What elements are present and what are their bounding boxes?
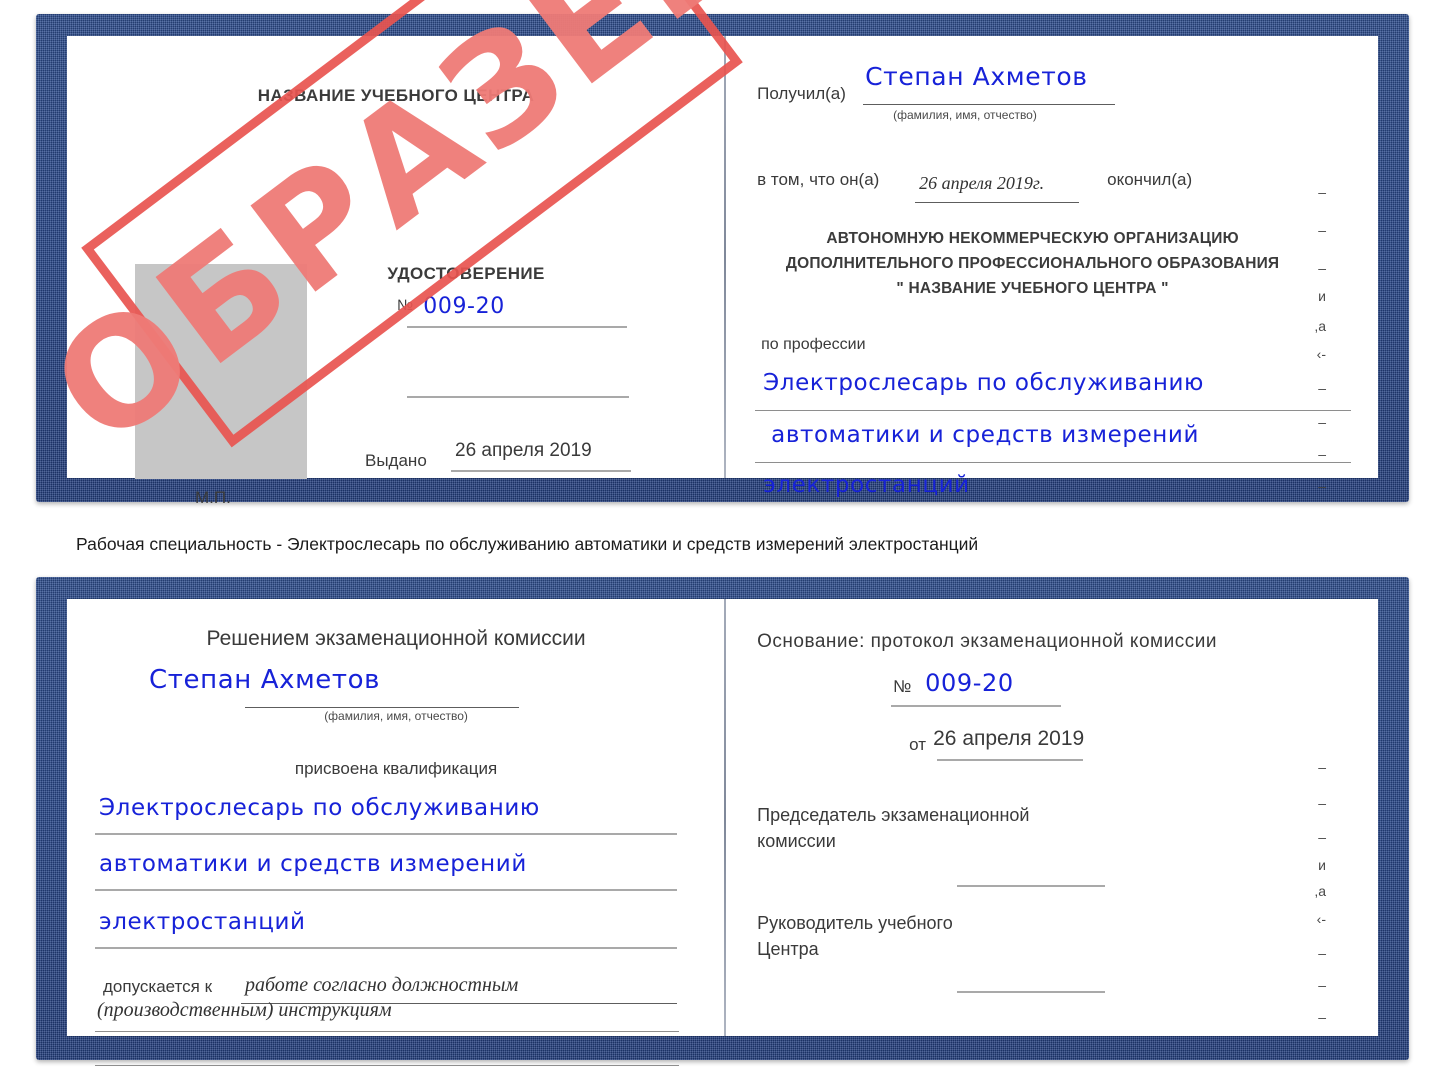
admitted-label: допускается к bbox=[103, 977, 213, 996]
issued-date-value: 26 апреля 2019 bbox=[455, 440, 592, 461]
edge-fragment-6: ‹- bbox=[1316, 346, 1326, 362]
organization-line-2: ДОПОЛНИТЕЛЬНОГО ПРОФЕССИОНАЛЬНОГО ОБРАЗО… bbox=[785, 255, 1280, 272]
top-certificate-pages: НАЗВАНИЕ УЧЕБНОГО ЦЕНТРА М.П. УДОСТОВЕРЕ… bbox=[67, 36, 1378, 507]
chairman-label-line-1: Председатель экзаменационной bbox=[757, 805, 1030, 825]
profession-rule-1 bbox=[755, 410, 1352, 411]
edge-fragment-10: – bbox=[1318, 478, 1326, 494]
received-label: Получил(а) bbox=[757, 84, 846, 103]
graduate-name-rule bbox=[245, 707, 519, 708]
received-rule bbox=[863, 104, 1116, 105]
edge-fragment-7: – bbox=[1318, 380, 1326, 396]
top-certificate-spine bbox=[723, 36, 726, 478]
number-symbol: № bbox=[397, 297, 414, 314]
commission-decision-heading: Решением экзаменационной комиссии bbox=[206, 627, 586, 650]
bottom-certificate-left-page: Решением экзаменационной комиссии Степан… bbox=[67, 599, 726, 1066]
top-certificate-left-page: НАЗВАНИЕ УЧЕБНОГО ЦЕНТРА М.П. УДОСТОВЕРЕ… bbox=[67, 36, 726, 507]
bottom-edge-fragment-9: – bbox=[1318, 1009, 1326, 1025]
graduate-name-value: Степан Ахметов bbox=[149, 665, 381, 695]
chairman-signature-rule bbox=[957, 885, 1106, 887]
protocol-date-prefix: от bbox=[909, 735, 926, 754]
bottom-edge-fragment-4: и bbox=[1318, 857, 1326, 873]
protocol-number-symbol: № bbox=[893, 677, 912, 696]
qualification-line-1: Электрослесарь по обслуживанию bbox=[99, 795, 540, 821]
in-that-label: в том, что он(а) bbox=[757, 170, 880, 189]
issued-label: Выдано bbox=[365, 451, 427, 470]
qualification-rule-1 bbox=[95, 833, 677, 835]
edge-fragment-8: – bbox=[1318, 414, 1326, 430]
basis-label: Основание: протокол экзаменационной коми… bbox=[757, 631, 1217, 652]
qualification-label: присвоена квалификация bbox=[294, 759, 498, 778]
bottom-edge-fragment-1: – bbox=[1318, 759, 1326, 775]
protocol-number-rule bbox=[891, 705, 1062, 707]
qualification-line-2: автоматики и средств измерений bbox=[99, 851, 527, 877]
bottom-certificate-pages: Решением экзаменационной комиссии Степан… bbox=[67, 599, 1378, 1066]
chairman-label-line-2: комиссии bbox=[757, 831, 836, 851]
fio-hint: (фамилия, имя, отчество) bbox=[893, 108, 1037, 122]
received-name-value: Степан Ахметов bbox=[865, 62, 1088, 91]
head-signature-rule bbox=[957, 991, 1106, 993]
edge-fragment-1: – bbox=[1318, 184, 1326, 200]
training-center-name-heading: НАЗВАНИЕ УЧЕБНОГО ЦЕНТРА bbox=[257, 86, 535, 105]
bottom-edge-fragment-2: – bbox=[1318, 795, 1326, 811]
profession-line-3: электростанций bbox=[763, 472, 970, 498]
bottom-certificate-right-page: Основание: протокол экзаменационной коми… bbox=[725, 599, 1378, 1036]
edge-fragment-4: и bbox=[1318, 288, 1326, 304]
head-label-line-1: Руководитель учебного bbox=[757, 913, 953, 933]
protocol-date-rule bbox=[937, 759, 1084, 761]
completion-date-value: 26 апреля 2019г. bbox=[919, 173, 1045, 193]
finished-label: окончил(а) bbox=[1107, 170, 1193, 189]
bottom-edge-fragment-6: ‹- bbox=[1316, 911, 1326, 927]
certificate-number-value: 009-20 bbox=[423, 294, 505, 319]
top-certificate-cover: НАЗВАНИЕ УЧЕБНОГО ЦЕНТРА М.П. УДОСТОВЕРЕ… bbox=[36, 14, 1409, 507]
bottom-certificate-cover: Решением экзаменационной комиссии Степан… bbox=[36, 577, 1409, 1066]
blank-rule-1 bbox=[407, 396, 629, 398]
admitted-value-line-2: (производственным) инструкциям bbox=[97, 999, 392, 1021]
profession-line-1: Электрослесарь по обслуживанию bbox=[763, 370, 1204, 396]
certificate-number-row: № 009-20 bbox=[397, 294, 505, 319]
organization-line-3: " НАЗВАНИЕ УЧЕБНОГО ЦЕНТРА " bbox=[896, 280, 1169, 297]
qualification-rule-3 bbox=[95, 947, 677, 949]
edge-fragment-3: – bbox=[1318, 260, 1326, 276]
qualification-line-3: электростанций bbox=[99, 909, 306, 935]
profession-line-2: автоматики и средств измерений bbox=[771, 422, 1200, 448]
admitted-value-line-1: работе согласно должностным bbox=[245, 974, 519, 996]
photo-placeholder bbox=[135, 264, 307, 479]
admitted-rule-2 bbox=[95, 1031, 679, 1032]
bottom-edge-fragment-3: – bbox=[1318, 829, 1326, 845]
bottom-edge-fragment-7: – bbox=[1318, 945, 1326, 961]
organization-line-1: АВТОНОМНУЮ НЕКОММЕРЧЕСКУЮ ОРГАНИЗАЦИЮ bbox=[826, 230, 1239, 247]
profession-label: по профессии bbox=[761, 336, 866, 353]
issued-rule bbox=[451, 470, 631, 472]
certificate-title: УДОСТОВЕРЕНИЕ bbox=[387, 264, 545, 283]
number-rule bbox=[407, 326, 627, 328]
protocol-date-value: 26 апреля 2019 bbox=[933, 727, 1085, 750]
protocol-number-value: 009-20 bbox=[925, 669, 1014, 697]
completion-date-rule bbox=[915, 202, 1080, 203]
fio-hint-bottom: (фамилия, имя, отчество) bbox=[324, 709, 468, 723]
bottom-edge-fragment-5: ,а bbox=[1314, 883, 1326, 899]
top-certificate-right-page: Получил(а) Степан Ахметов (фамилия, имя,… bbox=[725, 36, 1378, 498]
qualification-rule-2 bbox=[95, 889, 677, 891]
bottom-certificate-spine bbox=[723, 599, 726, 1036]
edge-fragment-5: ,а bbox=[1314, 318, 1326, 334]
profession-rule-2 bbox=[755, 462, 1352, 463]
edge-fragment-2: – bbox=[1318, 222, 1326, 238]
caption-text: Рабочая специальность - Электрослесарь п… bbox=[76, 534, 979, 554]
bottom-edge-fragment-8: – bbox=[1318, 977, 1326, 993]
edge-fragment-9: – bbox=[1318, 446, 1326, 462]
head-label-line-2: Центра bbox=[757, 939, 819, 959]
admitted-rule-3 bbox=[95, 1065, 679, 1066]
seal-place-label: М.П. bbox=[195, 488, 231, 507]
